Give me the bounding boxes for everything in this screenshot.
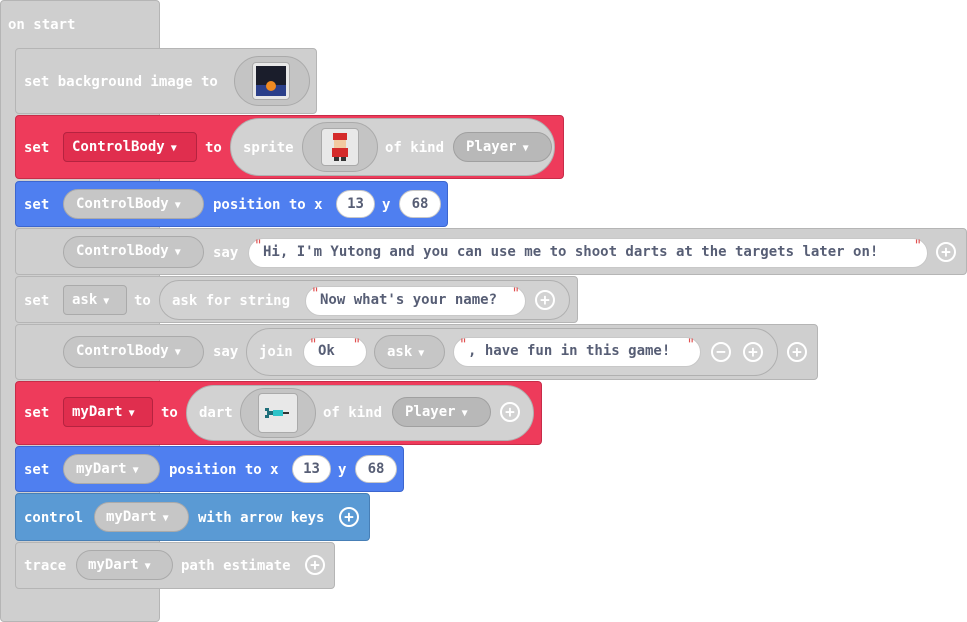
- control-keyword: control: [24, 510, 84, 526]
- quote-open-icon: ": [254, 238, 263, 254]
- chevron-down-icon: ▼: [174, 347, 181, 358]
- var-name: ControlBody: [76, 343, 169, 359]
- chevron-down-icon: ▼: [461, 408, 468, 419]
- with-arrow-keys-keyword: with arrow keys: [198, 510, 325, 526]
- join-keyword: join: [259, 344, 293, 360]
- say-text-input[interactable]: " Hi, I'm Yutong and you can use me to s…: [248, 238, 928, 268]
- say-keyword: say: [213, 344, 239, 360]
- kind-name: Player: [405, 404, 456, 420]
- kind-dropdown[interactable]: Player ▼: [392, 397, 491, 427]
- chevron-down-icon: ▼: [144, 561, 151, 572]
- background-thumbnail: [252, 62, 290, 100]
- x-input[interactable]: 13: [336, 190, 375, 218]
- chevron-down-icon: ▼: [170, 143, 177, 154]
- mydart-var-dropdown[interactable]: myDart ▼: [63, 397, 153, 427]
- ask-for-string-keyword: ask for string: [172, 293, 291, 309]
- add-join-param-icon[interactable]: +: [743, 342, 763, 362]
- quote-open-icon: ": [309, 337, 318, 353]
- ask-var-dropdown[interactable]: ask ▼: [374, 335, 445, 369]
- background-image-icon: [256, 66, 286, 96]
- y-input[interactable]: 68: [399, 190, 441, 218]
- add-param-icon[interactable]: +: [305, 555, 325, 575]
- quote-open-icon: ": [311, 286, 320, 302]
- chevron-down-icon: ▼: [418, 348, 425, 359]
- say-keyword: say: [213, 245, 239, 261]
- to-keyword: to: [134, 293, 151, 309]
- kind-name: Player: [466, 139, 517, 155]
- controlbody-var-dropdown[interactable]: ControlBody ▼: [63, 236, 204, 268]
- add-param-icon[interactable]: +: [500, 402, 520, 422]
- to-keyword: to: [205, 140, 222, 156]
- path-estimate-keyword: path estimate: [181, 558, 291, 574]
- quote-close-icon: ": [686, 337, 695, 353]
- add-param-icon[interactable]: +: [787, 342, 807, 362]
- set-keyword: set: [24, 462, 50, 478]
- of-kind-keyword: of kind: [323, 405, 383, 421]
- join-string-1: Ok: [318, 343, 335, 359]
- of-kind-keyword: of kind: [385, 140, 445, 156]
- var-name: ask: [72, 292, 98, 308]
- var-name: ask: [387, 344, 413, 360]
- say-text: Hi, I'm Yutong and you can use me to sho…: [263, 244, 879, 260]
- var-name: myDart: [76, 461, 127, 477]
- controlbody-var-dropdown[interactable]: ControlBody ▼: [63, 132, 197, 162]
- join-string-1-input[interactable]: " Ok ": [303, 337, 367, 367]
- add-param-icon[interactable]: +: [339, 507, 359, 527]
- var-name: myDart: [88, 557, 139, 573]
- ask-var-dropdown[interactable]: ask ▼: [63, 285, 127, 315]
- y-keyword: y: [338, 462, 347, 478]
- set-keyword: set: [24, 197, 50, 213]
- mydart-var-dropdown[interactable]: myDart ▼: [94, 502, 189, 532]
- chevron-down-icon: ▼: [522, 143, 529, 154]
- ask-prompt-text: Now what's your name?: [320, 292, 498, 308]
- chevron-down-icon: ▼: [128, 408, 135, 419]
- controlbody-var-dropdown[interactable]: ControlBody ▼: [63, 336, 204, 368]
- set-keyword: set: [24, 140, 50, 156]
- position-to-x-keyword: position to x: [169, 462, 279, 478]
- add-param-icon[interactable]: +: [936, 242, 956, 262]
- chevron-down-icon: ▼: [174, 247, 181, 258]
- to-keyword: to: [161, 405, 178, 421]
- chevron-down-icon: ▼: [174, 200, 181, 211]
- set-keyword: set: [24, 405, 50, 421]
- position-to-x-keyword: position to x: [213, 197, 323, 213]
- controlbody-var-dropdown[interactable]: ControlBody ▼: [63, 189, 204, 219]
- kind-dropdown[interactable]: Player ▼: [453, 132, 552, 162]
- chevron-down-icon: ▼: [103, 296, 110, 307]
- sprite-keyword: sprite: [243, 140, 294, 156]
- quote-close-icon: ": [913, 238, 922, 254]
- player-sprite-icon: [332, 133, 348, 161]
- dart-thumbnail: [258, 393, 298, 433]
- join-string-2-input[interactable]: " , have fun in this game! ": [453, 337, 701, 367]
- set-keyword: set: [24, 293, 50, 309]
- var-name: myDart: [106, 509, 157, 525]
- remove-param-icon[interactable]: −: [711, 342, 731, 362]
- mydart-var-dropdown[interactable]: myDart ▼: [63, 454, 160, 484]
- y-input[interactable]: 68: [355, 455, 397, 483]
- quote-close-icon: ": [511, 286, 520, 302]
- sprite-thumbnail: [321, 128, 359, 166]
- set-background-label: set background image to: [24, 74, 218, 90]
- var-name: ControlBody: [76, 243, 169, 259]
- add-param-icon[interactable]: +: [535, 290, 555, 310]
- join-string-2: , have fun in this game!: [468, 343, 671, 359]
- var-name: ControlBody: [72, 139, 165, 155]
- mydart-var-dropdown[interactable]: myDart ▼: [76, 550, 173, 580]
- dart-keyword: dart: [199, 405, 233, 421]
- chevron-down-icon: ▼: [162, 513, 169, 524]
- ask-prompt-input[interactable]: " Now what's your name? ": [305, 286, 526, 316]
- trace-keyword: trace: [24, 558, 67, 574]
- chevron-down-icon: ▼: [132, 465, 139, 476]
- on-start-label: on start: [8, 17, 76, 33]
- quote-close-icon: ": [352, 337, 361, 353]
- var-name: ControlBody: [76, 196, 169, 212]
- x-input[interactable]: 13: [292, 455, 331, 483]
- dart-sprite-icon: [265, 408, 289, 418]
- quote-open-icon: ": [459, 337, 468, 353]
- y-keyword: y: [382, 197, 391, 213]
- var-name: myDart: [72, 404, 123, 420]
